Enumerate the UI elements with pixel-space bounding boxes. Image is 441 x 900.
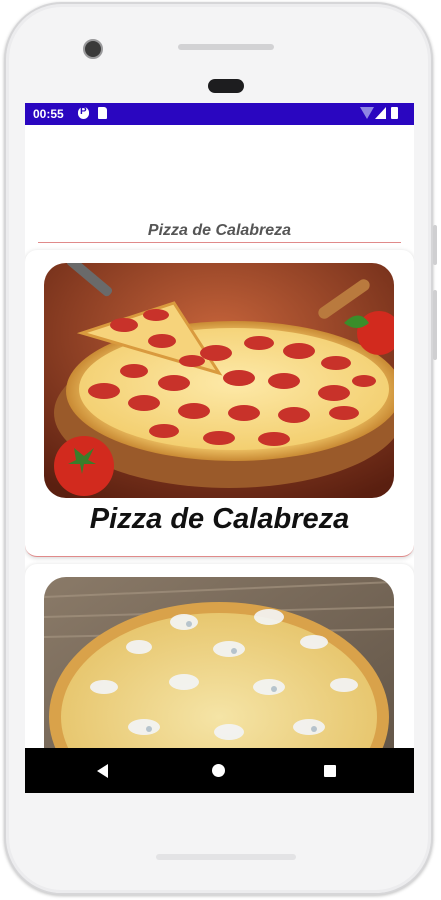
wifi-icon: [360, 107, 374, 119]
top-speaker: [178, 44, 274, 50]
pepperoni-pizza-image: [44, 263, 394, 498]
front-camera: [83, 39, 103, 59]
status-icons: [358, 107, 408, 121]
bottom-bezel: [156, 854, 296, 860]
status-time: 00:55: [33, 107, 64, 121]
volume-button: [433, 290, 437, 360]
earpiece: [208, 79, 244, 93]
system-nav-bar: [25, 748, 414, 793]
battery-icon: [391, 107, 398, 119]
status-bar: 00:55: [25, 103, 414, 125]
power-button: [433, 225, 437, 265]
title-divider: [38, 242, 401, 243]
home-icon[interactable]: [212, 764, 225, 777]
p-badge-icon: [78, 106, 89, 119]
sd-card-icon: [98, 107, 107, 119]
card-title: Pizza de Calabreza: [89, 503, 350, 535]
back-icon[interactable]: [97, 764, 108, 778]
pizza-card[interactable]: Pizza de Calabreza: [25, 250, 414, 557]
device-screen: 00:55 Pizza de Calabreza: [25, 103, 414, 793]
recents-icon[interactable]: [324, 765, 336, 777]
page-title: Pizza de Calabreza: [147, 222, 292, 239]
signal-icon: [375, 107, 386, 119]
